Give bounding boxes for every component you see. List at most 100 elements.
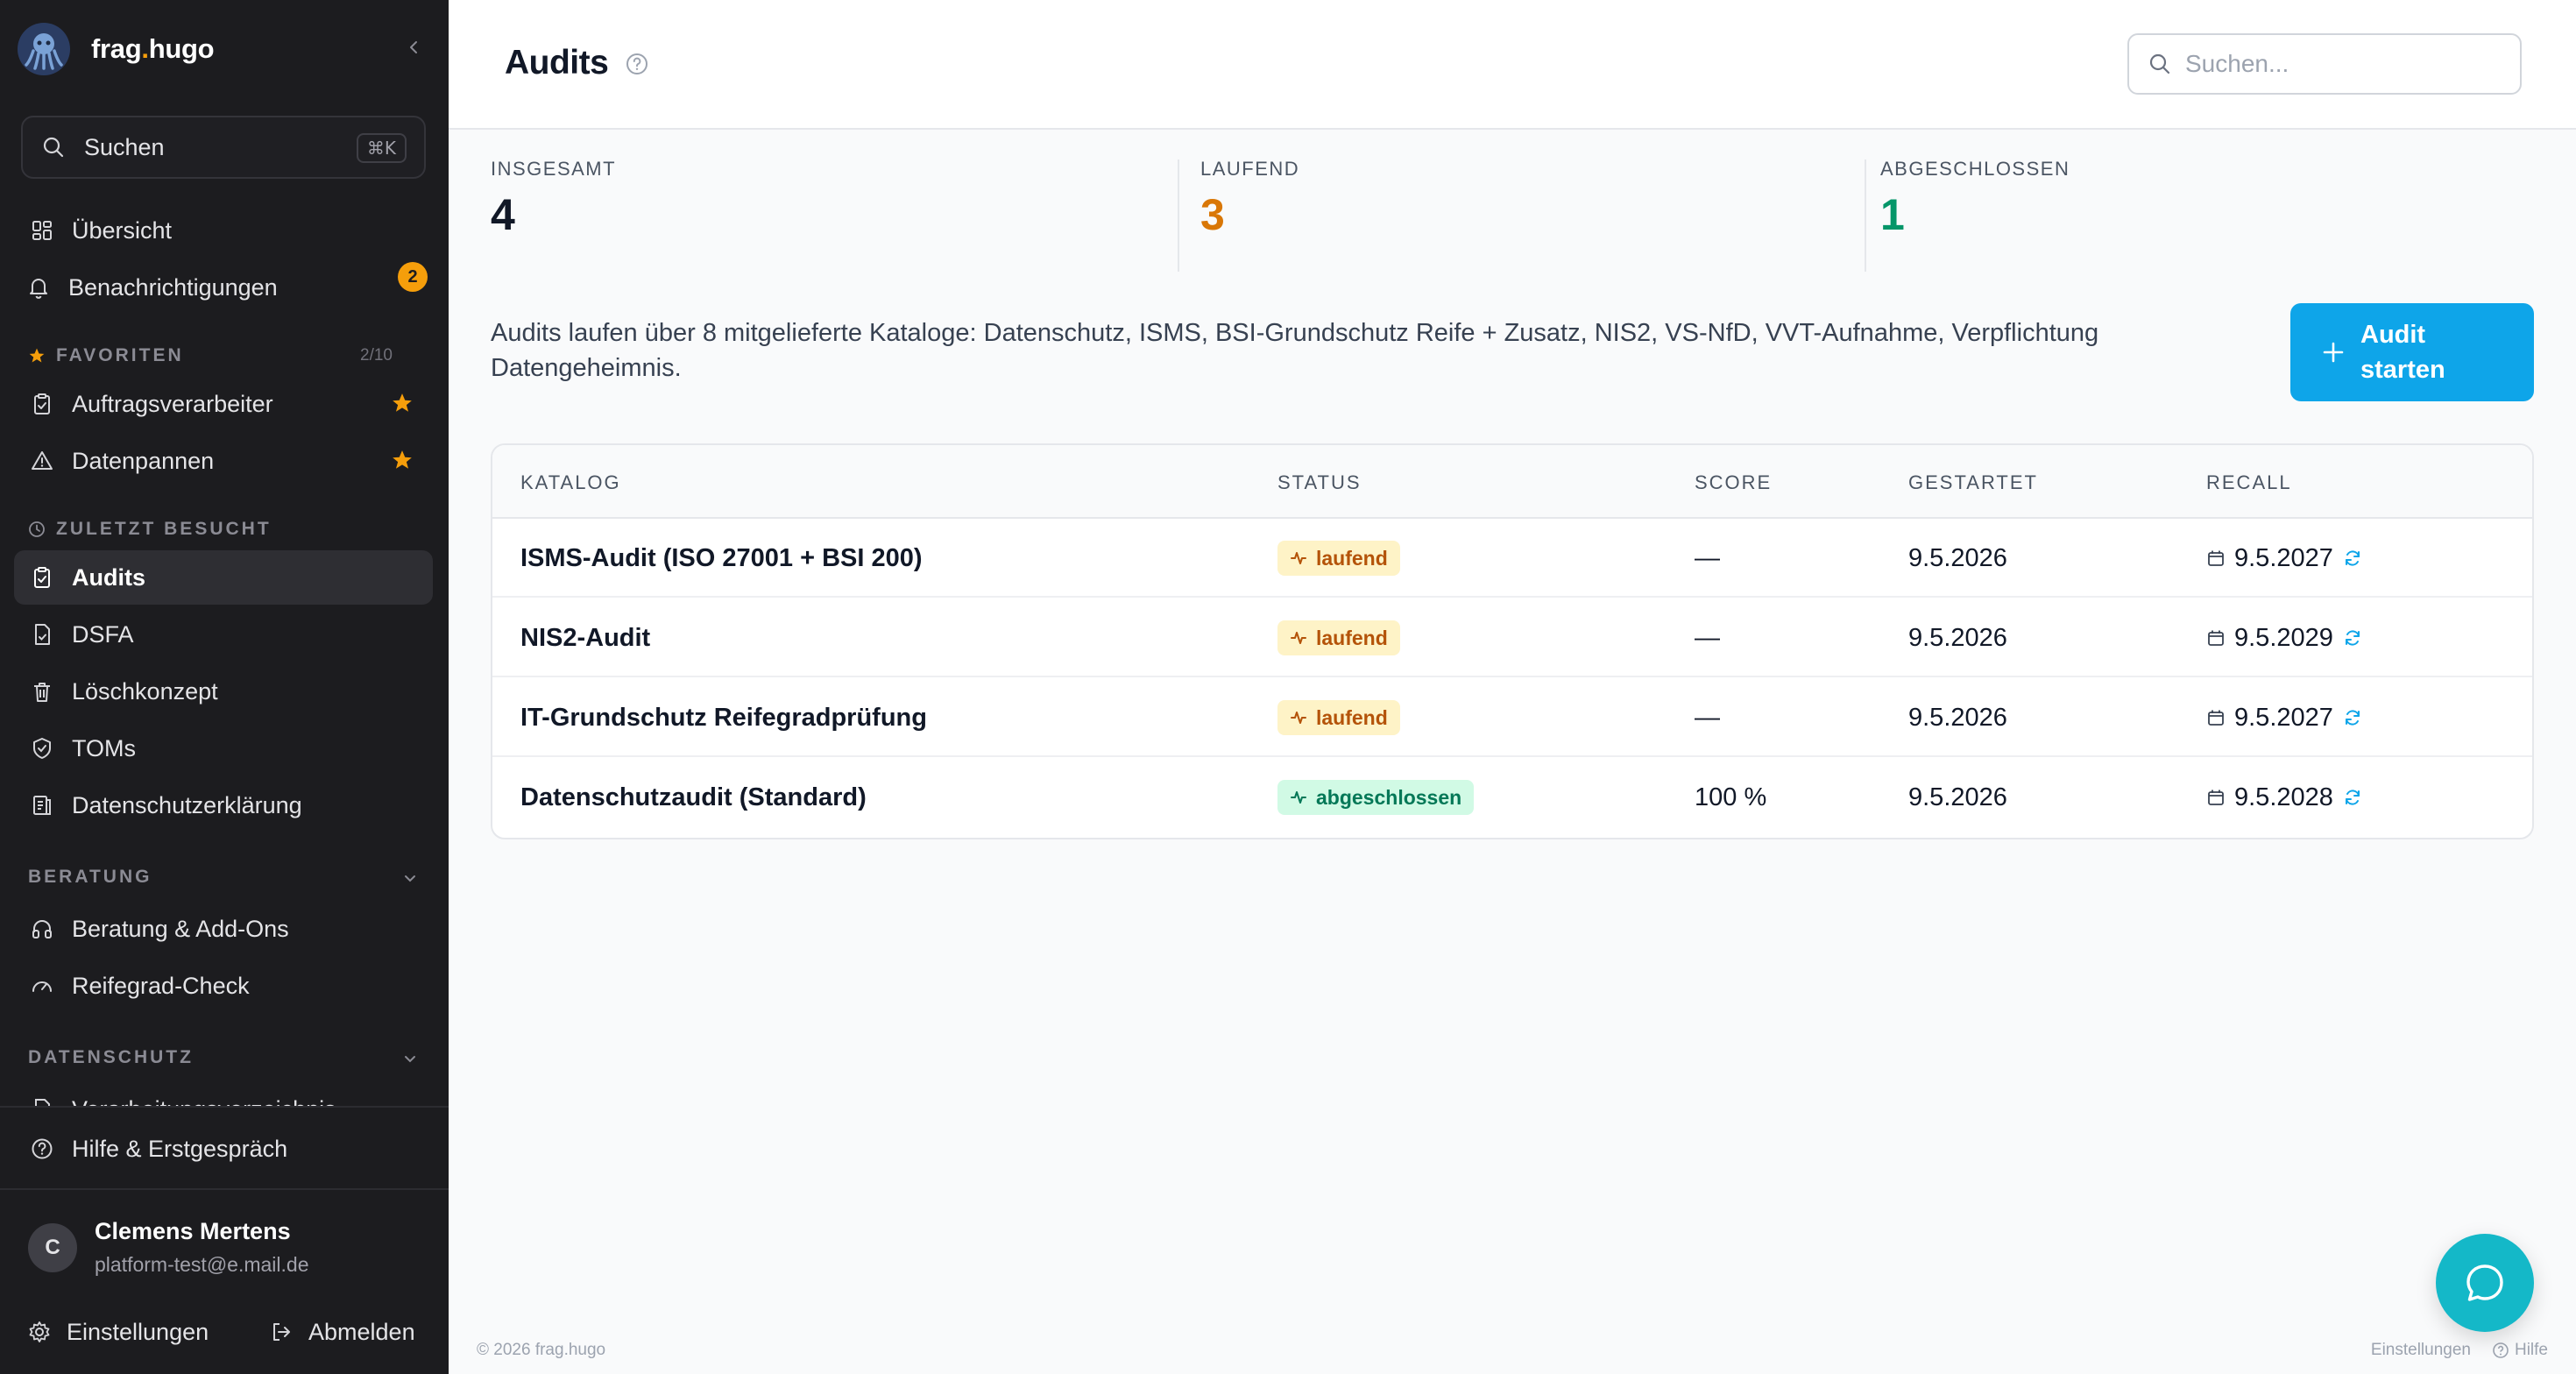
favorite-star-icon[interactable] xyxy=(391,392,414,414)
user-email: platform-test@e.mail.de xyxy=(95,1253,309,1276)
search-input[interactable] xyxy=(2185,50,2501,78)
chevron-down-icon[interactable] xyxy=(400,1048,421,1069)
help-circle-icon[interactable] xyxy=(624,51,650,77)
stat-label: ABGESCHLOSSEN xyxy=(1880,158,2070,180)
sidebar-item-datenpannen[interactable]: Datenpannen xyxy=(14,434,433,488)
sidebar-scroll-clip: Verarbeitungsverzeichnis xyxy=(0,1082,449,1107)
section-favoriten: FAVORITEN 2/10 xyxy=(28,343,421,369)
activity-icon xyxy=(1291,712,1306,724)
clipboard-check-icon xyxy=(28,390,56,418)
column-header[interactable]: STATUS xyxy=(1277,471,1362,494)
favorites-count: 2/10 xyxy=(360,346,393,365)
sidebar-item-label: Beratung & Add-Ons xyxy=(72,915,289,942)
logout-icon xyxy=(268,1319,294,1345)
table-row[interactable]: ISMS-Audit (ISO 27001 + BSI 200) laufend… xyxy=(492,519,2532,598)
chevron-left-icon xyxy=(410,41,417,53)
status-badge: laufend xyxy=(1277,541,1400,576)
octopus-logo-icon xyxy=(18,23,70,75)
sidebar-item-hilfe[interactable]: Hilfe & Erstgespräch xyxy=(14,1122,433,1176)
file-icon xyxy=(28,620,56,648)
sidebar-item-auftragsverarbeiter[interactable]: Auftragsverarbeiter xyxy=(14,377,433,431)
stat-value: 4 xyxy=(491,190,515,239)
search-icon xyxy=(2149,53,2170,74)
status-badge: laufend xyxy=(1277,620,1400,655)
activity-icon xyxy=(1291,552,1306,564)
brand[interactable]: frag.hugo xyxy=(18,19,215,79)
star-icon xyxy=(28,346,47,365)
score-cell: 100 % xyxy=(1695,783,1767,811)
topbar: Audits xyxy=(449,0,2576,130)
clipboard-check-icon xyxy=(28,563,56,591)
katalog-cell: ISMS-Audit (ISO 27001 + BSI 200) xyxy=(520,543,923,572)
footer-settings-link[interactable]: Einstellungen xyxy=(2371,1341,2471,1360)
sidebar-item-label: DSFA xyxy=(72,620,134,648)
started-cell: 9.5.2026 xyxy=(1908,783,2007,811)
section-datenschutz[interactable]: DATENSCHUTZ xyxy=(28,1045,194,1071)
sidebar-item-toms[interactable]: TOMs xyxy=(14,721,433,776)
chat-button[interactable] xyxy=(2436,1234,2534,1332)
sidebar-item-reifegrad-check[interactable]: Reifegrad-Check xyxy=(14,959,433,1013)
settings-link[interactable]: Einstellungen xyxy=(26,1313,209,1351)
catalog-description: Audits laufen über 8 mitgelieferte Katal… xyxy=(491,319,2099,382)
sidebar-item-dsfa[interactable]: DSFA xyxy=(14,607,433,662)
sidebar: frag.hugo Suchen ⌘K Übersicht Benachrich… xyxy=(0,0,449,1374)
status-cell: laufend xyxy=(1277,678,1400,757)
shield-check-icon xyxy=(28,734,56,762)
chevron-down-icon[interactable] xyxy=(400,868,421,889)
refresh-icon[interactable] xyxy=(2342,627,2363,648)
calendar-icon xyxy=(2208,550,2224,566)
sidebar-item-verarbeitungsverzeichnis[interactable]: Verarbeitungsverzeichnis xyxy=(14,1082,433,1107)
sidebar-item-label: Reifegrad-Check xyxy=(72,972,250,999)
sidebar-item-label: Hilfe & Erstgespräch xyxy=(72,1135,288,1162)
table-row[interactable]: Datenschutzaudit (Standard) abgeschlosse… xyxy=(492,758,2532,837)
sidebar-item-uebersicht[interactable]: Übersicht xyxy=(14,203,433,258)
copyright: © 2026 frag.hugo xyxy=(477,1341,606,1359)
sidebar-item-label: Audits xyxy=(72,563,145,591)
start-audit-button[interactable]: Audit starten xyxy=(2290,303,2534,401)
gauge-icon xyxy=(28,972,56,1000)
section-beratung[interactable]: BERATUNG xyxy=(28,864,152,890)
column-header[interactable]: SCORE xyxy=(1695,471,1772,494)
brand-name: frag.hugo xyxy=(91,33,215,64)
stat-insgesamt: INSGESAMT 4 xyxy=(491,158,616,273)
activity-icon xyxy=(1291,632,1306,644)
stat-value: 3 xyxy=(1200,190,1225,239)
refresh-icon[interactable] xyxy=(2342,787,2363,808)
calendar-icon xyxy=(2208,790,2224,805)
favorite-star-icon[interactable] xyxy=(391,449,414,471)
refresh-icon[interactable] xyxy=(2342,707,2363,728)
collapse-sidebar-button[interactable] xyxy=(400,33,428,61)
footer-help-link[interactable]: Hilfe xyxy=(2515,1341,2548,1360)
sidebar-item-audits[interactable]: Audits xyxy=(14,550,433,605)
bell-icon xyxy=(25,273,53,301)
sidebar-item-benachrichtigungen[interactable]: Benachrichtigungen 2 xyxy=(14,260,433,315)
column-header[interactable]: GESTARTET xyxy=(1908,471,2038,494)
sidebar-search[interactable]: Suchen ⌘K xyxy=(21,116,426,179)
avatar[interactable]: C xyxy=(28,1223,77,1272)
katalog-cell: IT-Grundschutz Reifegradprüfung xyxy=(520,703,927,732)
help-circle-icon xyxy=(28,1135,56,1163)
footer-links: Einstellungen Hilfe xyxy=(2371,1341,2548,1360)
divider xyxy=(1178,159,1179,272)
refresh-icon[interactable] xyxy=(2342,548,2363,569)
table-row[interactable]: IT-Grundschutz Reifegradprüfung laufend … xyxy=(492,678,2532,757)
stat-label: INSGESAMT xyxy=(491,158,617,180)
sidebar-item-datenschutzerklaerung[interactable]: Datenschutzerklärung xyxy=(14,778,433,832)
score-cell: — xyxy=(1695,543,1720,572)
section-zuletzt-besucht: ZULETZT BESUCHT xyxy=(28,516,272,542)
katalog-cell: NIS2-Audit xyxy=(520,623,651,652)
logout-link[interactable]: Abmelden xyxy=(268,1313,415,1351)
sidebar-item-label: Löschkonzept xyxy=(72,677,218,705)
column-header[interactable]: RECALL xyxy=(2206,471,2292,494)
stat-label: LAUFEND xyxy=(1200,158,1300,180)
sidebar-item-label: Übersicht xyxy=(72,216,173,244)
sidebar-item-beratung-addons[interactable]: Beratung & Add-Ons xyxy=(14,902,433,956)
grid-icon xyxy=(28,216,56,244)
column-header[interactable]: KATALOG xyxy=(520,471,621,494)
sidebar-item-loeschkonzept[interactable]: Löschkonzept xyxy=(14,664,433,719)
search-field[interactable] xyxy=(2127,33,2522,95)
table-row[interactable]: NIS2-Audit laufend — 9.5.2026 9.5.2029 xyxy=(492,598,2532,677)
clock-icon xyxy=(28,520,47,539)
status-cell: laufend xyxy=(1277,598,1400,677)
sidebar-item-label: Auftragsverarbeiter xyxy=(72,390,273,417)
